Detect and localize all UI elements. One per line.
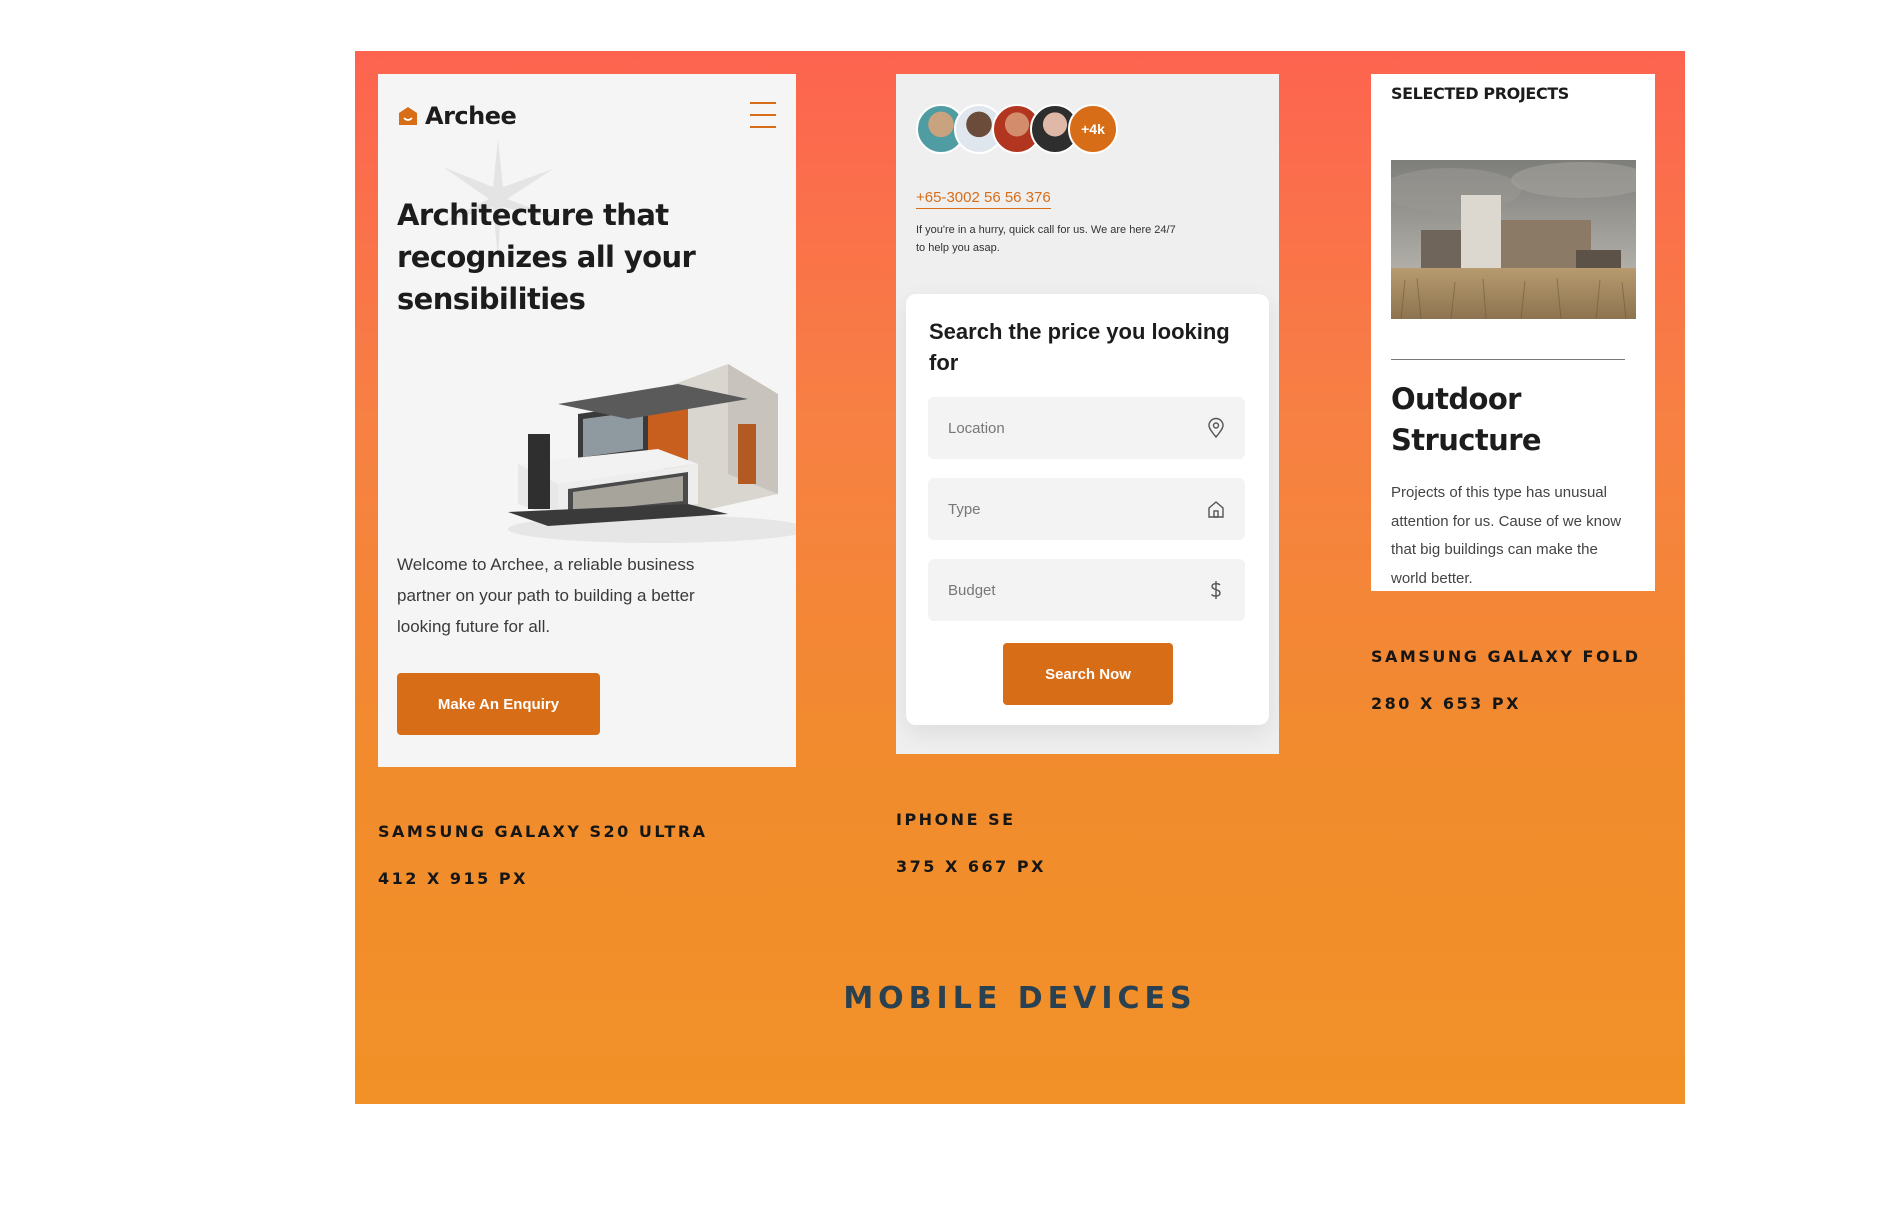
showcase-background: Archee Architecture that recognizes all … <box>355 51 1685 1104</box>
dollar-icon <box>1211 581 1221 599</box>
project-description: Projects of this type has unusual attent… <box>1391 484 1622 587</box>
hero-title: Architecture that recognizes all your se… <box>397 198 696 316</box>
section-title: MOBILE DEVICES <box>843 981 1197 1016</box>
phone-link[interactable]: +65-3002 56 56 376 <box>916 189 1051 209</box>
budget-field[interactable] <box>928 559 1245 621</box>
house-logo-icon <box>399 107 417 125</box>
mobile-screen-search: +4k +65-3002 56 56 376 If you're in a hu… <box>896 74 1279 754</box>
device1-size: 412 X 915 PX <box>378 869 528 888</box>
location-input[interactable] <box>928 397 1198 459</box>
house-illustration <box>508 364 796 543</box>
device3-name: SAMSUNG GALAXY FOLD <box>1371 647 1641 666</box>
device1-name: SAMSUNG GALAXY S20 ULTRA <box>378 822 708 841</box>
device2-name: IPHONE SE <box>896 810 1016 829</box>
search-now-button[interactable]: Search Now <box>1003 643 1173 705</box>
location-field[interactable] <box>928 397 1245 459</box>
mobile-screen-projects: SELECTED PROJECTS Outdoor Structure Proj… <box>1371 74 1655 591</box>
selected-projects-label: SELECTED PROJECTS <box>1391 84 1569 103</box>
hamburger-menu-icon[interactable] <box>750 102 776 128</box>
hurry-note: If you're in a hurry, quick call for us.… <box>916 224 1176 254</box>
budget-input[interactable] <box>928 559 1198 621</box>
make-enquiry-button[interactable]: Make An Enquiry <box>397 673 600 735</box>
search-title: Search the price you looking for <box>929 319 1230 375</box>
brand-name: Archee <box>425 102 517 130</box>
type-input[interactable] <box>928 478 1198 540</box>
avatar-count-badge: +4k <box>1068 104 1118 154</box>
search-card: Search the price you looking for Locatio… <box>906 294 1269 725</box>
device3-size: 280 X 653 PX <box>1371 694 1521 713</box>
device2-size: 375 X 667 PX <box>896 857 1046 876</box>
brand-logo[interactable]: Archee <box>397 102 517 130</box>
type-field[interactable] <box>928 478 1245 540</box>
location-pin-icon <box>1208 417 1224 439</box>
home-icon <box>1208 501 1224 518</box>
mobile-screen-home: Archee Architecture that recognizes all … <box>378 74 796 767</box>
project-image[interactable] <box>1391 160 1636 319</box>
project-title: Outdoor Structure <box>1391 382 1542 457</box>
hero-description: Welcome to Archee, a reliable business p… <box>397 555 695 636</box>
divider <box>1391 359 1625 360</box>
